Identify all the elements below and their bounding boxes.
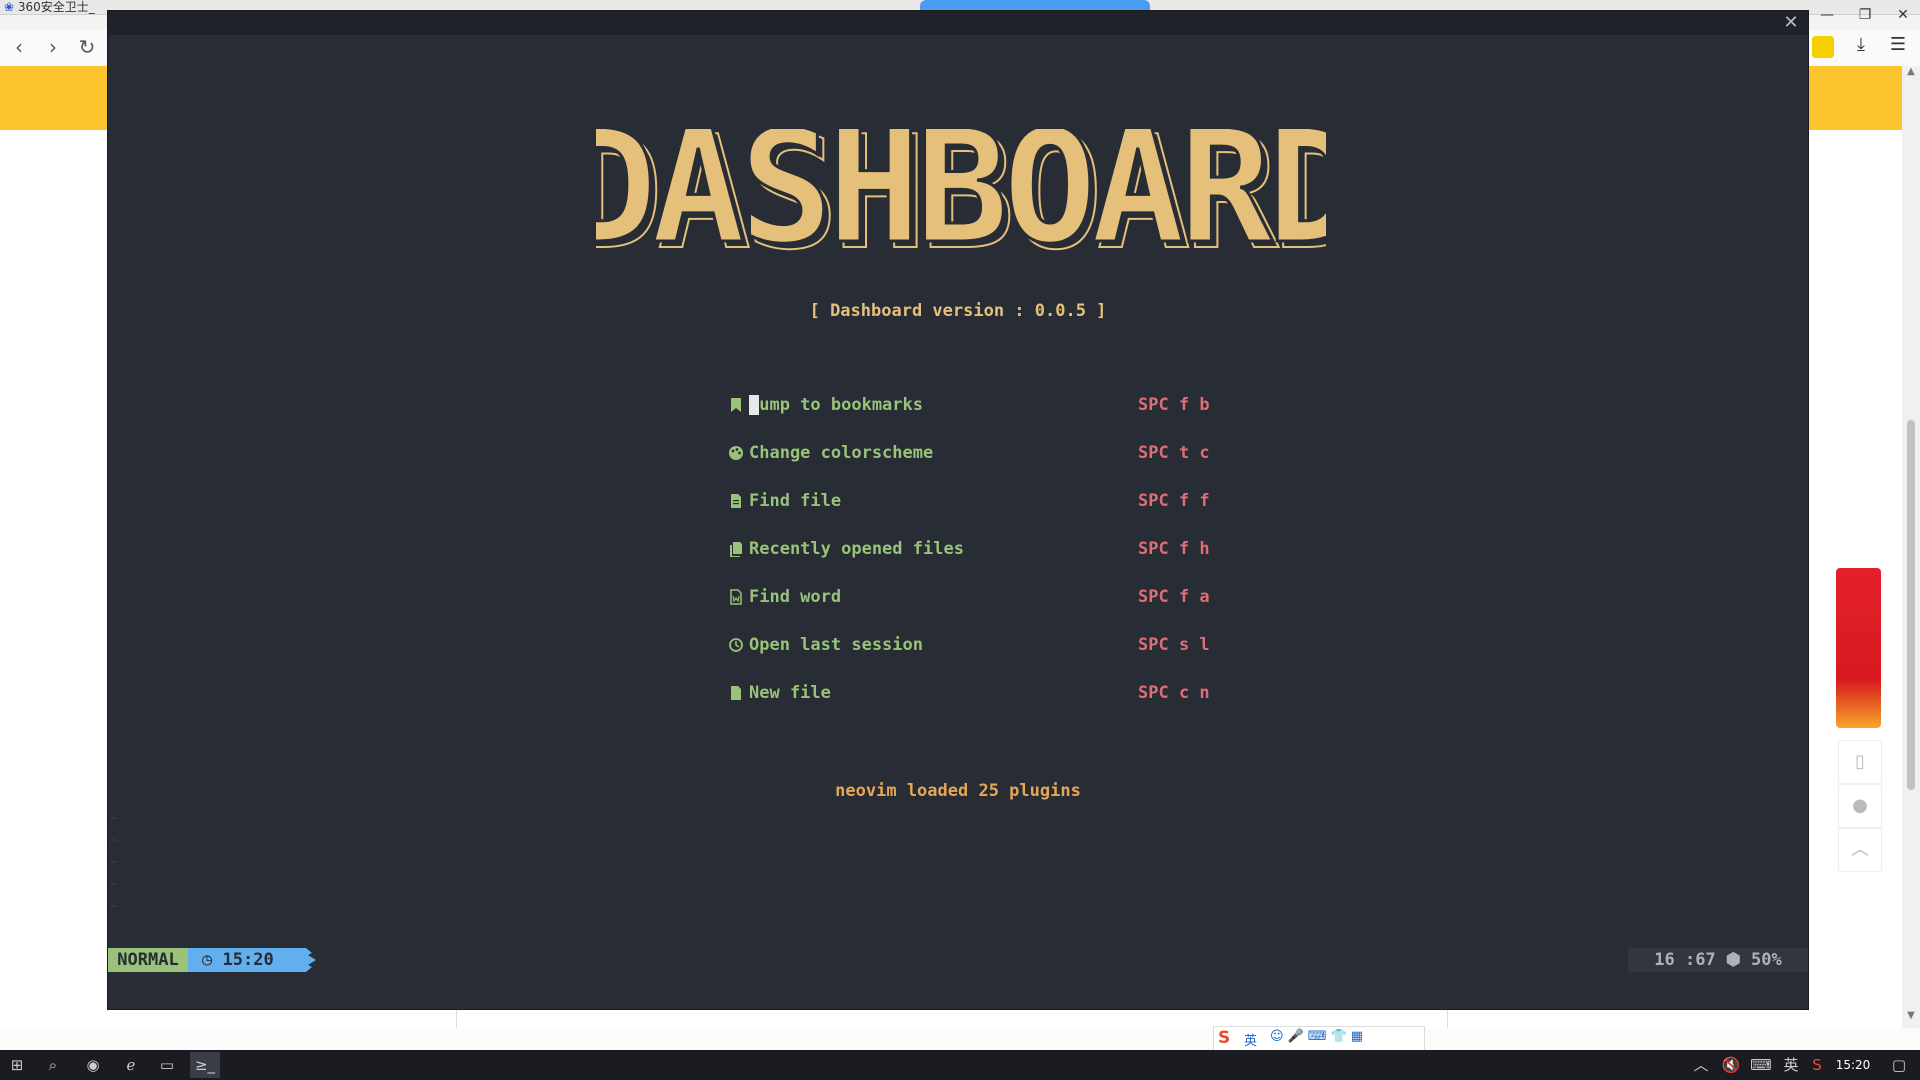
terminal-close-button[interactable]: ✕ <box>1780 13 1802 33</box>
menu-item-label: New file <box>749 683 831 703</box>
browser-app-icon[interactable]: ◉ <box>78 1052 108 1078</box>
dashboard-version: [ Dashboard version : 0.0.5 ] <box>809 301 1107 321</box>
menu-item-label: Change colorscheme <box>749 443 934 463</box>
ime-toolbar[interactable]: S 英 ☺🎤⌨👕▦ <box>1213 1026 1425 1052</box>
cube-icon: ⬢ <box>1725 950 1741 970</box>
empty-line-marker: ~ <box>110 877 118 891</box>
scroll-down-arrow-icon[interactable]: ▼ <box>1905 1010 1917 1024</box>
terminal-app-icon[interactable]: ≥_ <box>190 1052 220 1078</box>
menu-item-label: Open last session <box>749 635 923 655</box>
menu-icon[interactable]: ☰ <box>1886 34 1910 58</box>
yen-extension-icon[interactable] <box>1812 36 1834 58</box>
reload-button[interactable]: ↻ <box>74 33 100 61</box>
empty-line-marker: ~ <box>110 899 118 913</box>
bookmark-icon <box>731 398 741 412</box>
menu-item-shortcut: SPC s l <box>1138 635 1210 655</box>
tab-360[interactable]: ❀ 360安全卫士_ <box>4 0 95 14</box>
start-icon[interactable]: ⊞ <box>2 1052 32 1078</box>
vim-mode-indicator: NORMAL <box>108 948 188 972</box>
menu-item-label: Jump to bookmarks <box>749 395 923 415</box>
menu-item-label: Find file <box>749 491 842 511</box>
menu-item-shortcut: SPC t c <box>1138 443 1210 463</box>
files-icon <box>730 542 742 557</box>
statusline-time: 15:20 <box>222 950 274 970</box>
browser-status-bar <box>0 1028 1920 1050</box>
side-ad-banner[interactable] <box>1836 568 1881 728</box>
dashboard-ascii-logo: DASHBOARD DASHBOARD <box>596 129 1326 279</box>
empty-line-marker: ~ <box>110 833 118 847</box>
empty-line-marker: ~ <box>110 855 118 869</box>
menu-item-label: Recently opened files <box>749 539 964 559</box>
back-button[interactable]: ‹ <box>6 33 32 61</box>
menu-item-shortcut: SPC f f <box>1138 491 1210 511</box>
empty-line-marker: ~ <box>110 811 118 825</box>
cursor-position: 16 :67 <box>1654 950 1716 970</box>
download-icon[interactable]: ⤓ <box>1850 34 1872 58</box>
sogou-icon: S <box>1218 1028 1231 1048</box>
clock-icon: ◷ <box>202 950 213 970</box>
windows-taskbar <box>0 1050 1920 1080</box>
edge-app-icon[interactable]: ℯ <box>116 1052 146 1078</box>
terminal-window[interactable]: ✕ ~ ~ ~ ~ ~ DASHBOARD DASHBOARD [ Dashbo… <box>107 10 1809 1010</box>
menu-item-shortcut: SPC f a <box>1138 587 1210 607</box>
menu-item-shortcut: SPC c n <box>1138 683 1210 703</box>
volume-muted-icon[interactable]: 🔇 <box>1716 1052 1746 1078</box>
cube-icon: ⬢ <box>188 974 203 994</box>
file-icon <box>731 494 741 508</box>
flame-separator-icon <box>298 948 316 972</box>
menu-item-shortcut: SPC f h <box>1138 539 1210 559</box>
terminal-titlebar <box>108 11 1808 35</box>
back-to-top-icon[interactable]: ︿ <box>1838 828 1882 872</box>
forward-button[interactable]: › <box>40 33 66 61</box>
ime-mode-label[interactable]: 英 <box>1244 1030 1257 1049</box>
taskbar-clock[interactable]: 15:20 <box>1828 1050 1878 1080</box>
plugins-loaded-footer: neovim loaded 25 plugins <box>835 781 1081 801</box>
notification-icon[interactable]: ▢ <box>1884 1052 1914 1078</box>
tray-chevron-icon[interactable]: ︿ <box>1686 1052 1716 1078</box>
statusline-clock: ◷ 15:20 ⬢ <box>188 948 298 994</box>
file-percent: 50% <box>1751 950 1782 970</box>
statusline-position: 16 :67 ⬢ 50% <box>1628 948 1808 972</box>
mobile-icon[interactable]: ▯ <box>1838 740 1882 784</box>
word-file-icon <box>730 589 742 605</box>
qq-icon[interactable]: ● <box>1838 784 1882 828</box>
restore-button[interactable]: ❐ <box>1850 0 1880 30</box>
tab-label: 360安全卫士_ <box>17 0 95 14</box>
text-cursor <box>749 395 759 415</box>
history-icon <box>729 638 743 652</box>
search-icon[interactable]: ⌕ <box>38 1052 68 1078</box>
ime-tools-icon[interactable]: ☺🎤⌨👕▦ <box>1270 1029 1367 1044</box>
minimize-button[interactable]: — <box>1812 0 1842 30</box>
palette-icon <box>729 446 743 460</box>
scrollbar-thumb[interactable] <box>1907 420 1915 790</box>
logo-text: DASHBOARD <box>596 129 1326 278</box>
menu-item-shortcut: SPC f b <box>1138 395 1210 415</box>
scroll-up-arrow-icon[interactable]: ▲ <box>1905 66 1917 80</box>
paw-icon: ❀ <box>4 0 15 14</box>
folder-icon[interactable]: ▭ <box>152 1052 182 1078</box>
keyboard-icon[interactable]: ⌨ <box>1746 1052 1776 1078</box>
window-close-button[interactable]: ✕ <box>1888 0 1918 30</box>
new-file-icon <box>731 686 741 700</box>
menu-item-label: Find word <box>749 587 842 607</box>
